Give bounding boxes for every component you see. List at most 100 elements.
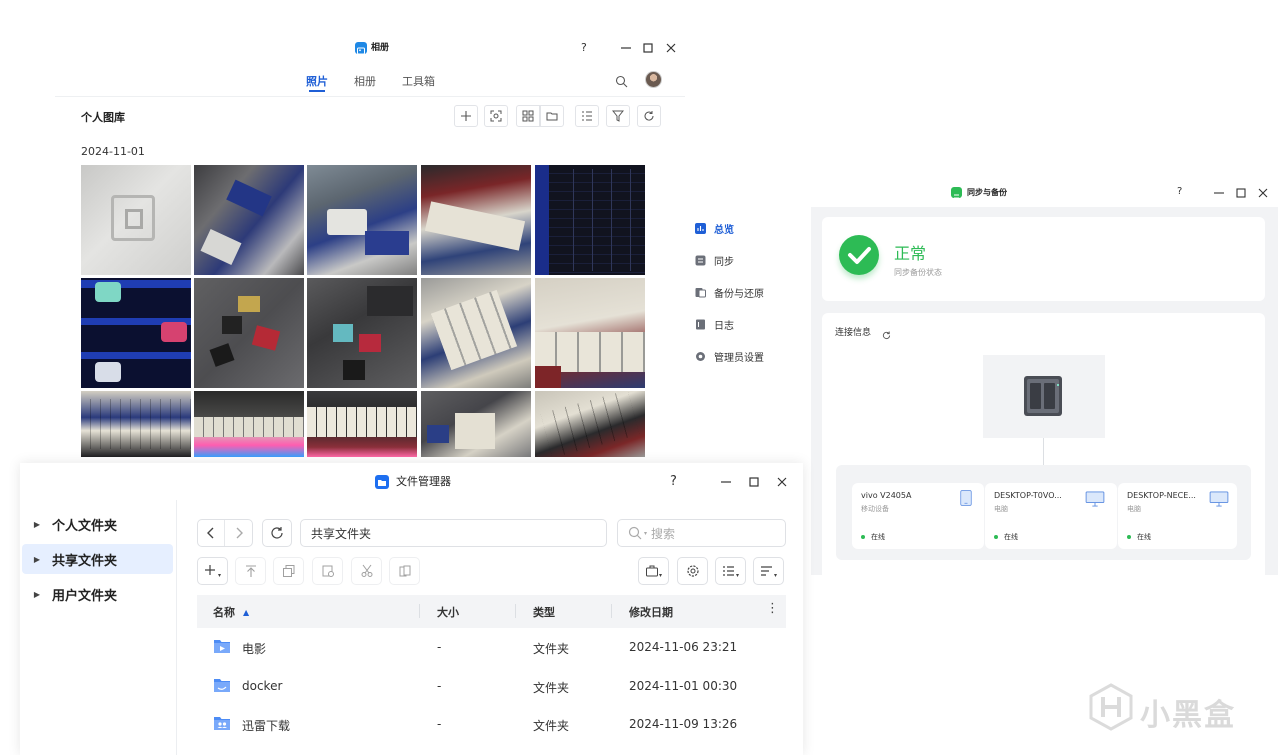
photo-thumbnail[interactable] [535, 278, 645, 388]
files-maximize-button[interactable] [747, 475, 761, 489]
file-type: 文件夹 [533, 681, 570, 695]
connection-refresh-icon[interactable] [882, 325, 891, 340]
files-minimize-button[interactable] [719, 475, 733, 489]
device-card[interactable]: DESKTOP-T0VO... 电脑 在线 [985, 483, 1117, 549]
sync-nav-label: 备份与还原 [714, 288, 764, 300]
sync-nav-log[interactable]: 日志 [695, 314, 734, 334]
tab-toolbox[interactable]: 工具箱 [402, 73, 435, 89]
copy-button[interactable] [273, 557, 304, 585]
photo-thumbnail[interactable] [307, 165, 417, 275]
back-button[interactable] [198, 520, 226, 546]
photo-thumbnail[interactable] [194, 278, 304, 388]
photo-thumbnail[interactable] [535, 165, 645, 275]
tree-item-personal[interactable]: ▶ 个人文件夹 [22, 509, 173, 539]
files-close-button[interactable] [775, 475, 789, 489]
file-modified: 2024-11-06 23:21 [629, 640, 738, 654]
table-row[interactable]: 电影 - 文件夹 2024-11-06 23:21 [197, 628, 786, 666]
file-name: docker [242, 679, 283, 693]
photo-thumbnail[interactable] [535, 391, 645, 457]
photo-thumbnail[interactable] [194, 391, 304, 457]
table-row[interactable]: docker - 文件夹 2024-11-01 00:30 [197, 667, 786, 705]
maximize-button[interactable] [641, 41, 655, 55]
expand-arrow-icon[interactable]: ▶ [22, 590, 52, 599]
tab-albums[interactable]: 相册 [354, 73, 376, 89]
add-button[interactable] [454, 105, 478, 127]
device-status: 在线 [994, 532, 1018, 542]
photo-thumbnail[interactable] [307, 391, 417, 457]
expand-arrow-icon[interactable]: ▶ [22, 555, 52, 564]
search-icon [628, 526, 642, 540]
column-name-label: 名称 [213, 606, 235, 619]
watermark-logo-icon [1088, 683, 1134, 731]
duplicate-button[interactable] [389, 557, 420, 585]
column-options-icon[interactable]: ⋮ [766, 602, 779, 616]
folder-view-button[interactable] [540, 105, 564, 127]
filter-button[interactable] [606, 105, 630, 127]
avatar[interactable] [645, 71, 662, 88]
refresh-button[interactable] [262, 519, 292, 547]
column-modified-header[interactable]: 修改日期 [629, 604, 673, 620]
task-button[interactable]: ▾ [638, 557, 669, 585]
tab-photos[interactable]: 照片 [306, 73, 328, 89]
photo-thumbnail[interactable] [421, 278, 531, 388]
minimize-button[interactable] [619, 41, 633, 55]
folder-video-icon [213, 638, 231, 657]
photo-thumbnail[interactable] [81, 391, 191, 457]
search-icon[interactable] [615, 73, 628, 88]
sync-close-button[interactable] [1256, 186, 1270, 200]
column-size-header[interactable]: 大小 [437, 604, 459, 620]
photos-window-title: 相册 [371, 43, 390, 53]
sync-nav-sync[interactable]: 同步 [695, 250, 734, 270]
sync-nav-admin[interactable]: 管理员设置 [695, 346, 764, 366]
sync-minimize-button[interactable] [1212, 186, 1226, 200]
search-dropdown-icon[interactable]: ▾ [644, 530, 647, 537]
grid-view-button[interactable] [516, 105, 540, 127]
search-placeholder: 搜索 [651, 526, 676, 541]
sync-maximize-button[interactable] [1234, 186, 1248, 200]
refresh-button[interactable] [637, 105, 661, 127]
column-type-header[interactable]: 类型 [533, 604, 555, 620]
sort-button[interactable]: ▾ [753, 557, 784, 585]
column-name-header[interactable]: 名称 ▲ [213, 604, 249, 620]
photo-thumbnail[interactable] [81, 165, 191, 275]
tree-item-shared[interactable]: ▶ 共享文件夹 [22, 544, 173, 574]
view-mode-button[interactable]: ▾ [715, 557, 746, 585]
forward-button[interactable] [225, 520, 252, 546]
device-card[interactable]: DESKTOP-NECE... 电脑 在线 [1118, 483, 1237, 549]
sync-nav-backup[interactable]: 备份与还原 [695, 282, 764, 302]
folder-shared-icon [213, 715, 231, 734]
help-button[interactable]: ? [581, 41, 587, 54]
table-row[interactable]: 迅雷下载 - 文件夹 2024-11-09 13:26 [197, 705, 786, 743]
photo-thumbnail[interactable] [421, 165, 531, 275]
photo-thumbnail[interactable] [81, 278, 191, 388]
chart-icon [695, 222, 706, 234]
list-view-button[interactable] [575, 105, 599, 127]
files-help-button[interactable]: ? [670, 474, 677, 489]
upload-button[interactable] [235, 557, 266, 585]
monitor-icon [1085, 491, 1105, 511]
path-bar[interactable]: 共享文件夹 [300, 519, 607, 547]
sync-nav-overview[interactable]: 总览 [695, 218, 734, 238]
photo-thumbnail[interactable] [307, 278, 417, 388]
nav-back-forward [197, 519, 253, 547]
photo-thumbnail[interactable] [421, 391, 531, 457]
folder-docker-icon [213, 677, 231, 696]
close-button[interactable] [664, 41, 678, 55]
search-input[interactable]: ▾ 搜索 [617, 519, 786, 547]
photo-thumbnail[interactable] [194, 165, 304, 275]
device-name: DESKTOP-NECE... [1127, 491, 1196, 500]
connection-title: 连接信息 [835, 328, 872, 338]
tab-divider [55, 96, 685, 97]
tree-item-label: 用户文件夹 [52, 588, 118, 604]
cut-button[interactable] [351, 557, 382, 585]
face-scan-button[interactable] [484, 105, 508, 127]
paste-button[interactable] [312, 557, 343, 585]
device-card[interactable]: vivo V2405A 移动设备 在线 [852, 483, 984, 549]
library-title: 个人图库 [81, 111, 125, 124]
sync-help-button[interactable]: ? [1177, 186, 1182, 197]
expand-arrow-icon[interactable]: ▶ [22, 520, 52, 529]
settings-button[interactable] [677, 557, 708, 585]
tree-item-users[interactable]: ▶ 用户文件夹 [22, 579, 173, 609]
new-button[interactable]: ▾ [197, 557, 228, 585]
monitor-icon [1209, 491, 1229, 511]
